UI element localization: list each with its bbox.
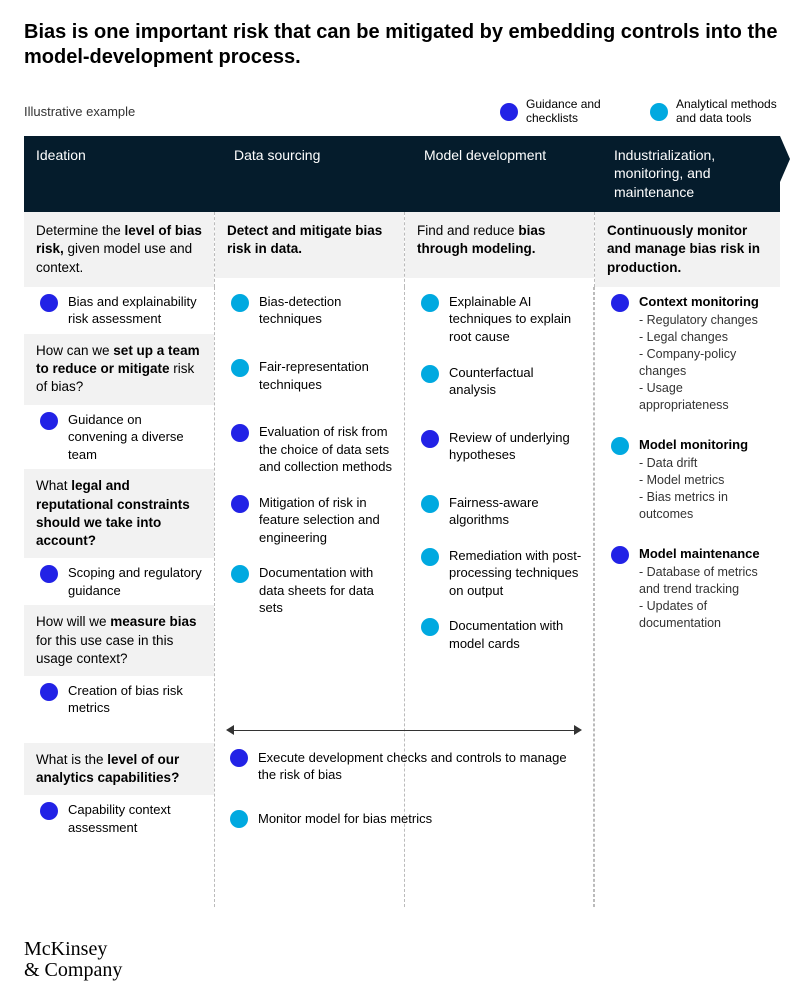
header-industrialization: Industrialization, monitoring, and maint… — [594, 136, 780, 213]
item-mitigation-feature: Mitigation of risk in feature selection … — [215, 488, 404, 553]
dot-light-icon — [421, 618, 439, 636]
mckinsey-logo: McKinsey& Company — [24, 939, 780, 981]
dot-light-icon — [611, 437, 629, 455]
dot-light-icon — [421, 548, 439, 566]
legend-analytical-label: Analytical methods and data tools — [676, 98, 780, 126]
dot-dark-icon — [421, 430, 439, 448]
dot-dark-icon — [40, 294, 58, 312]
item-fair-representation: Fair-representation techniques — [215, 352, 404, 399]
dot-dark-icon — [40, 565, 58, 583]
q-analytics-capabilities: What is the level of our analytics capab… — [24, 743, 214, 795]
lead-model-development: Find and reduce bias through modeling. — [405, 212, 594, 278]
header-model-development: Model development — [404, 136, 594, 213]
q-legal-reputational: What legal and reputational constraints … — [24, 469, 214, 558]
lead-data-sourcing: Detect and mitigate bias risk in data. — [215, 212, 404, 278]
item-explainable-ai: Explainable AI techniques to explain roo… — [405, 287, 594, 352]
item-remediation: Remediation with post-processing techniq… — [405, 541, 594, 606]
item-model-monitoring: Model monitoring Data drift Model metric… — [595, 430, 780, 529]
header-ideation: Ideation — [24, 136, 214, 213]
spanned-section: Execute development checks and controls … — [214, 717, 594, 834]
legend-analytical: Analytical methods and data tools — [650, 98, 780, 126]
dot-light-icon — [230, 810, 248, 828]
header-data-sourcing: Data sourcing — [214, 136, 404, 213]
lead-ideation: Determine the level of bias risk, given … — [24, 212, 214, 287]
dot-dark-icon — [611, 294, 629, 312]
spanned-monitor-model: Monitor model for bias metrics — [214, 804, 594, 834]
item-counterfactual: Counterfactual analysis — [405, 358, 594, 405]
dot-dark-icon — [231, 424, 249, 442]
item-context-monitoring: Context monitoring Regulatory changes Le… — [595, 287, 780, 420]
dot-light-icon — [231, 565, 249, 583]
col-industrialization: Context monitoring Regulatory changes Le… — [594, 287, 780, 907]
item-bias-explainability: Bias and explainability risk assessment — [24, 287, 214, 334]
q-measure-bias: How will we measure bias for this use ca… — [24, 605, 214, 676]
double-arrow-icon — [228, 723, 580, 739]
item-scoping-regulatory: Scoping and regulatory guid­ance — [24, 558, 214, 605]
dot-light-icon — [231, 294, 249, 312]
item-evaluation-risk: Evaluation of risk from the choice of da… — [215, 417, 404, 482]
item-bias-detection: Bias-detection techniques — [215, 287, 404, 334]
top-row: Illustrative example Guidance and checkl… — [24, 98, 780, 126]
legend-guidance-label: Guidance and checklists — [526, 98, 630, 126]
dot-light-icon — [421, 365, 439, 383]
col-ideation: Bias and explainability risk assessment … — [24, 287, 214, 907]
divider — [593, 287, 594, 907]
item-diverse-team: Guidance on convening a diverse team — [24, 405, 214, 470]
item-capability-assessment: Capability context assessment — [24, 795, 214, 842]
item-review-hypotheses: Review of underlying hypotheses — [405, 423, 594, 470]
dot-light-icon — [650, 103, 668, 121]
dot-dark-icon — [231, 495, 249, 513]
q-setup-team: How can we set up a team to reduce or mi… — [24, 334, 214, 405]
dot-dark-icon — [611, 546, 629, 564]
page-title: Bias is one important risk that can be m… — [24, 20, 780, 70]
dot-dark-icon — [40, 683, 58, 701]
item-model-cards: Documentation with model cards — [405, 611, 594, 658]
lead-row: Determine the level of bias risk, given … — [24, 212, 780, 287]
dot-dark-icon — [500, 103, 518, 121]
dot-light-icon — [231, 359, 249, 377]
spanned-execute-checks: Execute development checks and controls … — [214, 743, 594, 790]
item-bias-risk-metrics: Creation of bias risk metrics — [24, 676, 214, 723]
legend: Guidance and checklists Analytical metho… — [500, 98, 780, 126]
dot-dark-icon — [40, 412, 58, 430]
dot-light-icon — [421, 294, 439, 312]
dot-dark-icon — [230, 749, 248, 767]
item-model-maintenance: Model maintenance Database of metrics an… — [595, 539, 780, 638]
lead-industrialization: Continuously monitor and manage bias ris… — [595, 212, 780, 287]
illustrative-label: Illustrative example — [24, 103, 500, 121]
legend-guidance: Guidance and checklists — [500, 98, 630, 126]
item-documentation-datasheets: Documentation with data sheets for data … — [215, 558, 404, 623]
dot-dark-icon — [40, 802, 58, 820]
column-headers: Ideation Data sourcing Model development… — [24, 136, 780, 213]
item-fairness-aware: Fairness-aware algorithms — [405, 488, 594, 535]
dot-light-icon — [421, 495, 439, 513]
